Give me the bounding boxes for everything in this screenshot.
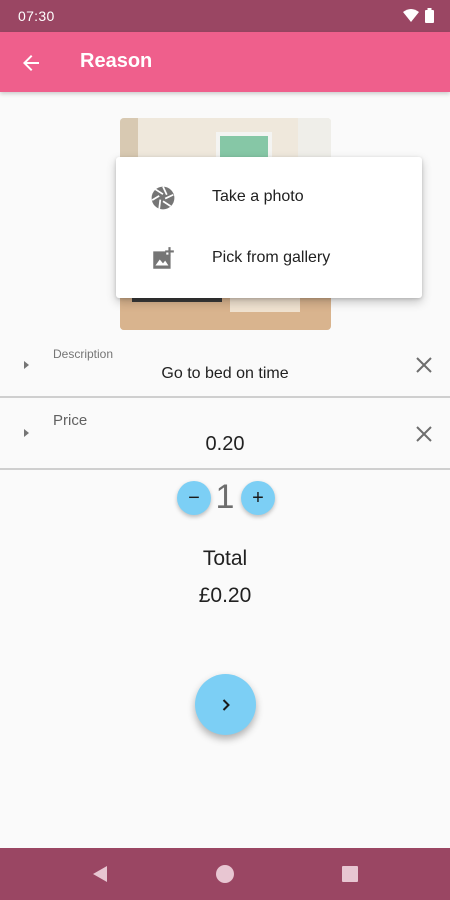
camera-shutter-icon bbox=[151, 186, 175, 210]
menu-item-take-photo[interactable]: Take a photo bbox=[116, 167, 422, 227]
status-bar: 07:30 bbox=[0, 0, 450, 32]
page-title: Reason bbox=[80, 50, 153, 72]
nav-back-icon bbox=[93, 866, 107, 882]
menu-item-pick-gallery[interactable]: Pick from gallery bbox=[116, 228, 422, 288]
nav-back-button[interactable] bbox=[88, 862, 112, 886]
nav-recents-button[interactable] bbox=[338, 862, 362, 886]
price-value[interactable]: 0.20 bbox=[0, 433, 450, 456]
status-icons bbox=[403, 8, 434, 23]
arrow-back-icon bbox=[23, 55, 39, 71]
next-button[interactable] bbox=[195, 674, 256, 735]
description-field[interactable]: Description Go to bed on time bbox=[0, 332, 450, 398]
increment-button[interactable]: + bbox=[241, 481, 275, 515]
menu-item-label: Pick from gallery bbox=[212, 249, 331, 266]
total-value: £0.20 bbox=[198, 584, 252, 607]
chevron-right-icon bbox=[222, 698, 230, 711]
price-label: Price bbox=[53, 412, 88, 429]
menu-item-label: Take a photo bbox=[212, 188, 304, 205]
plus-icon: + bbox=[252, 486, 264, 509]
total-label: Total bbox=[202, 547, 248, 570]
app-bar: Reason bbox=[0, 32, 450, 92]
battery-icon bbox=[425, 8, 434, 23]
price-field[interactable]: Price 0.20 bbox=[0, 398, 450, 470]
photo-source-menu: Take a photo Pick from gallery bbox=[116, 157, 422, 298]
clear-price-icon[interactable] bbox=[414, 424, 434, 444]
add-photo-icon bbox=[153, 247, 174, 269]
nav-home-button[interactable] bbox=[213, 862, 237, 886]
nav-home-icon bbox=[216, 865, 234, 883]
description-value[interactable]: Go to bed on time bbox=[0, 365, 450, 383]
status-time: 07:30 bbox=[18, 8, 55, 24]
description-label: Description bbox=[53, 347, 114, 361]
minus-icon: − bbox=[188, 486, 200, 509]
nav-recents-icon bbox=[342, 866, 358, 882]
wifi-icon bbox=[403, 8, 419, 22]
clear-description-icon[interactable] bbox=[414, 355, 434, 375]
back-button[interactable] bbox=[14, 46, 48, 80]
system-nav-bar bbox=[0, 848, 450, 900]
